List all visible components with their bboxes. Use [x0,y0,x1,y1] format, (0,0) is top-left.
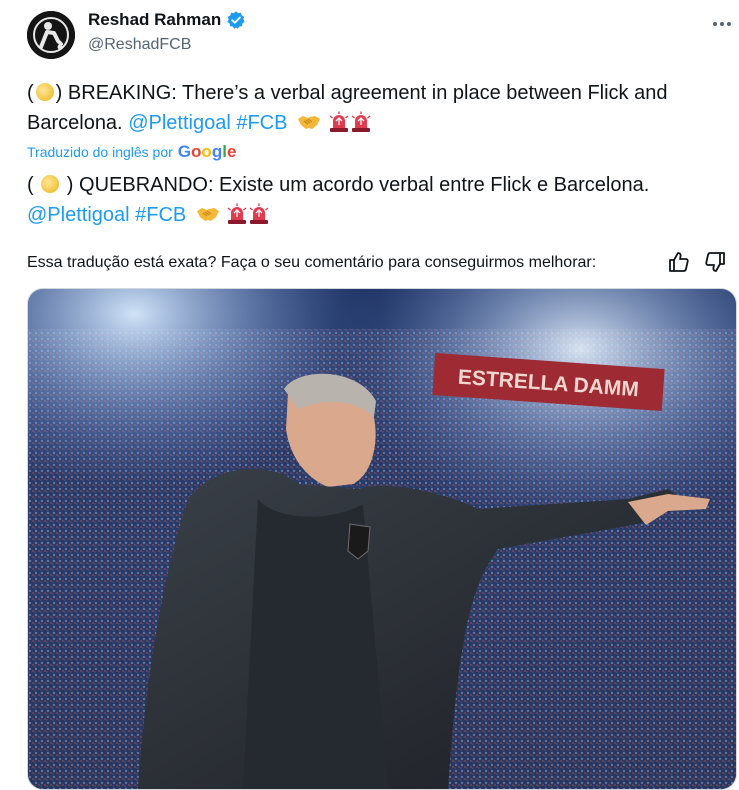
siren-emoji-icon [329,111,349,132]
verified-badge-icon [226,10,246,30]
more-icon[interactable] [708,12,736,36]
handshake-emoji-icon [298,116,321,129]
mention-link[interactable]: @Plettigoal [27,204,130,226]
google-logo: Google [177,142,237,161]
translation-text: ( ) QUEBRANDO: Existe um acordo verbal e… [27,170,727,230]
siren-emoji-icon [227,203,247,224]
tweet-text: () BREAKING: There’s a verbal agreement … [27,78,727,138]
author-handle[interactable]: @ReshadFCB [88,36,191,54]
author-name-row[interactable]: Reshad Rahman [88,10,246,30]
sun-emoji-icon [41,175,60,193]
hashtag-link[interactable]: #FCB [135,204,186,226]
tweet-media-image[interactable]: ESTRELLA DAMM [27,288,737,790]
author-name[interactable]: Reshad Rahman [88,10,221,30]
translated-by[interactable]: Traduzido do inglês por Google [27,142,236,162]
close-paren: ) [66,174,74,196]
handshake-emoji-icon [196,208,219,221]
translation-body: QUEBRANDO: Existe um acordo verbal entre… [79,174,650,196]
hashtag-link[interactable]: #FCB [236,112,287,134]
open-paren: ( [27,82,34,104]
thumbs-up-icon[interactable] [667,250,691,274]
thumbs-down-icon[interactable] [703,250,727,274]
sun-emoji-icon [35,83,54,101]
mention-link[interactable]: @Plettigoal [128,112,231,134]
siren-emoji-icon [249,203,269,224]
close-paren: ) [55,82,63,104]
translation-feedback-prompt: Essa tradução está exata? Faça o seu com… [27,254,597,271]
avatar[interactable] [27,11,75,59]
open-paren: ( [27,174,34,196]
siren-emoji-icon [351,111,371,132]
translated-by-label: Traduzido do inglês por [27,144,173,160]
